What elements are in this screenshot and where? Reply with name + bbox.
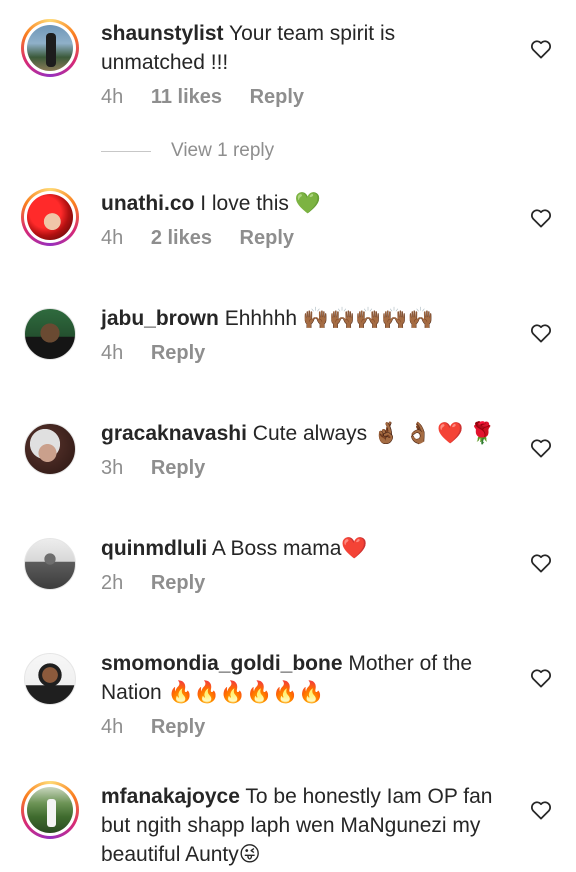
comment-username[interactable]: smomondia_goldi_bone <box>101 652 343 675</box>
comment-likes[interactable]: 2 likes <box>151 227 212 249</box>
reply-button[interactable]: Reply <box>151 572 205 594</box>
comment-time: 4h <box>101 716 124 738</box>
comment-username[interactable]: shaunstylist <box>101 22 224 45</box>
reply-button[interactable]: Reply <box>250 86 304 108</box>
reply-button[interactable]: Reply <box>151 457 205 479</box>
view-replies-label: View 1 reply <box>171 140 275 161</box>
comment-likes[interactable]: 11 likes <box>151 86 222 108</box>
comment-text: A Boss mama❤️ <box>211 537 368 560</box>
avatar[interactable] <box>24 653 76 705</box>
reply-button[interactable]: Reply <box>151 716 205 738</box>
avatar-story-ring[interactable] <box>21 781 79 839</box>
reply-button[interactable]: Reply <box>151 342 205 364</box>
heart-outline-icon[interactable] <box>530 323 552 343</box>
comment-username[interactable]: quinmdluli <box>101 537 207 560</box>
heart-outline-icon[interactable] <box>530 39 552 59</box>
heart-outline-icon[interactable] <box>530 438 552 458</box>
avatar-story-ring[interactable] <box>21 188 79 246</box>
comment-meta: 2h Reply <box>101 572 205 595</box>
heart-outline-icon[interactable] <box>530 668 552 688</box>
comment-meta: 3h Reply <box>101 457 205 480</box>
comment-time: 4h <box>101 227 124 249</box>
comment-time: 4h <box>101 86 124 108</box>
avatar-story-ring[interactable] <box>21 19 79 77</box>
comment-body: quinmdluli A Boss mama❤️ <box>101 534 501 563</box>
comment-username[interactable]: jabu_brown <box>101 307 219 330</box>
comment-meta: 4h Reply <box>101 342 205 365</box>
comment-body: shaunstylist Your team spirit is unmatch… <box>101 19 501 77</box>
avatar[interactable] <box>24 538 76 590</box>
avatar <box>27 25 73 71</box>
heart-outline-icon[interactable] <box>530 208 552 228</box>
reply-button[interactable]: Reply <box>240 227 294 249</box>
comment-body: unathi.co I love this 💚 <box>101 189 501 218</box>
comment-body: jabu_brown Ehhhhh 🙌🏾🙌🏾🙌🏾🙌🏾🙌🏾 <box>101 304 501 333</box>
comment-body: smomondia_goldi_bone Mother of the Natio… <box>101 649 501 707</box>
heart-outline-icon[interactable] <box>530 553 552 573</box>
comment-time: 4h <box>101 342 124 364</box>
comment-meta: 4h 11 likes Reply <box>101 86 304 109</box>
comment-body: mfanakajoyce To be honestly Iam OP fan b… <box>101 782 501 869</box>
avatar[interactable] <box>24 423 76 475</box>
comment-time: 3h <box>101 457 124 479</box>
heart-outline-icon[interactable] <box>530 800 552 820</box>
comment-text: Cute always 🤞🏾 👌🏾 ❤️ 🌹 <box>252 422 496 445</box>
comment-text: I love this 💚 <box>200 192 321 215</box>
comment-body: gracaknavashi Cute always 🤞🏾 👌🏾 ❤️ 🌹 <box>101 419 501 448</box>
avatar[interactable] <box>24 308 76 360</box>
divider-line <box>101 150 151 152</box>
comment-username[interactable]: mfanakajoyce <box>101 785 240 808</box>
view-replies-button[interactable]: View 1 reply <box>101 137 274 165</box>
comment-username[interactable]: unathi.co <box>101 192 194 215</box>
comment-meta: 4h 2 likes Reply <box>101 227 294 250</box>
comment-text: Ehhhhh 🙌🏾🙌🏾🙌🏾🙌🏾🙌🏾 <box>224 307 434 330</box>
avatar <box>27 194 73 240</box>
comment-meta: 4h Reply <box>101 716 205 739</box>
comment-time: 2h <box>101 572 124 594</box>
comment-username[interactable]: gracaknavashi <box>101 422 247 445</box>
avatar <box>27 787 73 833</box>
